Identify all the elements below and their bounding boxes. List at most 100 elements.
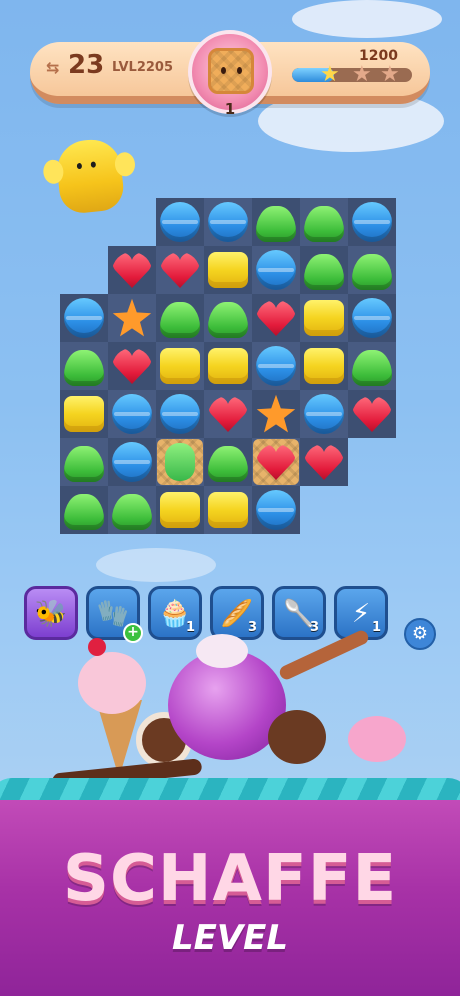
macaron-candy[interactable] [160, 202, 200, 242]
heart-candy[interactable] [208, 396, 248, 432]
heart-candy[interactable] [112, 348, 152, 384]
board-cell[interactable] [204, 342, 252, 390]
macaron-candy[interactable] [112, 394, 152, 434]
board-cell[interactable] [348, 342, 396, 390]
board-cell[interactable] [348, 246, 396, 294]
gumdrop-candy[interactable] [304, 254, 344, 290]
gumdrop-candy[interactable] [208, 302, 248, 338]
gear-icon[interactable]: ⚙ [404, 618, 436, 650]
booster-bee-swarm[interactable]: 🐝 [24, 586, 78, 640]
booster-piping-bag[interactable]: 🧁 1 [148, 586, 202, 640]
board-cell[interactable] [60, 390, 108, 438]
board-cell[interactable] [252, 246, 300, 294]
pink-cupcake [348, 716, 406, 762]
heart-candy[interactable] [160, 252, 200, 288]
board-cell[interactable] [156, 390, 204, 438]
board-cell[interactable] [108, 438, 156, 486]
banner-subtitle: LEVEL [171, 918, 289, 958]
heart-candy[interactable] [352, 396, 392, 432]
gumdrop-candy[interactable] [64, 446, 104, 482]
board-cell[interactable] [300, 438, 348, 486]
board-cell[interactable] [108, 486, 156, 534]
cake-candy[interactable] [208, 252, 248, 288]
board-cell[interactable] [156, 342, 204, 390]
board-cell[interactable] [60, 486, 108, 534]
board-cell[interactable] [300, 342, 348, 390]
gumdrop-candy[interactable] [112, 494, 152, 530]
add-booster-badge[interactable]: + [123, 623, 143, 643]
gumdrop-candy[interactable] [208, 446, 248, 482]
board-cell[interactable] [252, 486, 300, 534]
board-cell[interactable] [348, 390, 396, 438]
board-cell[interactable] [252, 294, 300, 342]
board-cell[interactable] [300, 198, 348, 246]
booster-count: 1 [371, 620, 381, 635]
macaron-candy[interactable] [304, 394, 344, 434]
game-board[interactable] [60, 198, 400, 538]
booster-spoon[interactable]: 🥄 3 [272, 586, 326, 640]
macaron-candy[interactable] [64, 298, 104, 338]
macaron-candy[interactable] [256, 346, 296, 386]
board-cell[interactable] [252, 390, 300, 438]
gumdrop-candy[interactable] [256, 206, 296, 242]
gumdrop-candy[interactable] [64, 350, 104, 386]
board-cell[interactable] [60, 342, 108, 390]
board-cell[interactable] [156, 438, 204, 486]
cake-candy[interactable] [304, 300, 344, 336]
board-cell[interactable] [300, 294, 348, 342]
macaron-candy[interactable] [352, 298, 392, 338]
heart-candy[interactable] [256, 300, 296, 336]
board-cell[interactable] [300, 390, 348, 438]
macaron-candy[interactable] [256, 250, 296, 290]
booster-rolling-pin[interactable]: 🥖 3 [210, 586, 264, 640]
cake-candy[interactable] [208, 492, 248, 528]
board-cell[interactable] [60, 438, 108, 486]
star-candy[interactable] [256, 394, 296, 433]
board-cell[interactable] [156, 198, 204, 246]
board-cell[interactable] [204, 438, 252, 486]
heart-candy[interactable] [112, 252, 152, 288]
macaron-candy[interactable] [208, 202, 248, 242]
board-cell[interactable] [348, 198, 396, 246]
cherry [88, 638, 106, 656]
cake-candy[interactable] [304, 348, 344, 384]
board-cell[interactable] [300, 246, 348, 294]
board-cell[interactable] [108, 246, 156, 294]
board-cell[interactable] [204, 294, 252, 342]
board-cell[interactable] [108, 342, 156, 390]
cake-candy[interactable] [208, 348, 248, 384]
gumdrop-candy[interactable] [352, 350, 392, 386]
ice-cream-scoop [78, 652, 146, 714]
board-cell[interactable] [108, 294, 156, 342]
heart-candy[interactable] [304, 444, 344, 480]
board-cell[interactable] [252, 342, 300, 390]
star-candy[interactable] [112, 298, 152, 337]
board-cell[interactable] [252, 198, 300, 246]
board-cell[interactable] [156, 294, 204, 342]
gumdrop-candy[interactable] [304, 206, 344, 242]
board-cell[interactable] [156, 246, 204, 294]
board-cell[interactable] [156, 486, 204, 534]
gumdrop-candy[interactable] [64, 494, 104, 530]
macaron-candy[interactable] [160, 394, 200, 434]
cake-candy[interactable] [160, 492, 200, 528]
gumdrop-candy[interactable] [160, 302, 200, 338]
macaron-candy[interactable] [112, 442, 152, 482]
board-cell[interactable] [204, 390, 252, 438]
cake-candy[interactable] [64, 396, 104, 432]
board-cell[interactable] [252, 438, 300, 486]
board-cell[interactable] [60, 294, 108, 342]
board-cell[interactable] [108, 390, 156, 438]
board-cell[interactable] [204, 486, 252, 534]
board-cell[interactable] [204, 198, 252, 246]
macaron-candy[interactable] [352, 202, 392, 242]
board-cell[interactable] [348, 294, 396, 342]
macaron-candy[interactable] [256, 490, 296, 530]
waffle-cookie-icon [208, 48, 254, 94]
gumdrop-candy[interactable] [352, 254, 392, 290]
cake-candy[interactable] [160, 348, 200, 384]
jelly-candy[interactable] [165, 443, 195, 481]
star-icon: ★ [352, 62, 372, 87]
booster-oven-mitt[interactable]: 🧤 + [86, 586, 143, 643]
board-cell[interactable] [204, 246, 252, 294]
